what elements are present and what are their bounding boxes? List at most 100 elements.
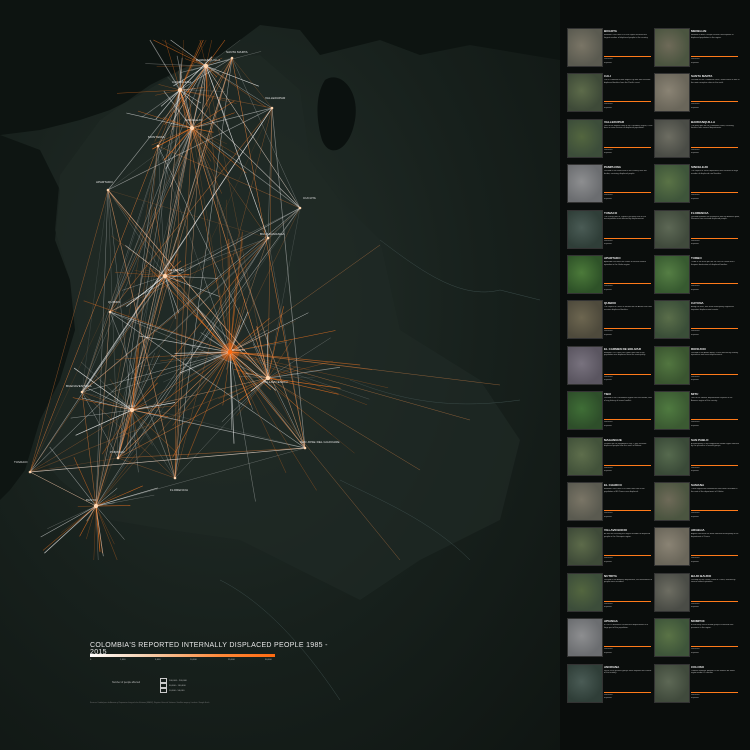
card-divider [604, 146, 651, 148]
city-card-description: Apartado has been the centre of several … [604, 261, 646, 266]
city-card[interactable]: QUIBDO The capital of Choco is located on… [567, 300, 653, 341]
flow-line [93, 505, 97, 561]
city-label-barranquilla: BARRANQUILLA [196, 58, 221, 62]
card-divider [691, 373, 738, 375]
city-card[interactable]: NUTRITA Located in the Amazon department,… [567, 572, 653, 614]
city-card-stat-received: Received [604, 693, 613, 696]
city-card[interactable]: MAGANGUE Situated on the Magdalena river,… [567, 436, 653, 478]
satellite-thumbnail [567, 255, 603, 294]
city-card-stat-received: Received [691, 103, 700, 106]
map-area[interactable]: BARRANQUILLA SANTA MARTA CARTAGENA VALLE… [0, 0, 560, 750]
city-card[interactable]: ANORANA Since 2000 guerrilla groups have … [567, 663, 653, 705]
city-card-stat-expelled: Expelled [691, 379, 699, 382]
city-card-stat-received: Received [604, 148, 613, 151]
city-card[interactable]: EL CARMEN DE BOLIVAR Between 1997 and 200… [567, 345, 653, 387]
city-card-description: As well as receiving the largest number … [604, 533, 651, 538]
legend-swatch [160, 688, 167, 693]
city-card[interactable]: RIOSUCIO Located in the Atrato basin, it … [654, 345, 740, 387]
city-card-description: Argelia has been the most affected munic… [691, 533, 739, 538]
city-card[interactable]: SAN PABLO A municipality in the Magdalena… [654, 436, 740, 478]
city-card-stat-expelled: Expelled [691, 333, 699, 336]
city-card-title: MITU [691, 392, 699, 397]
city-node [266, 236, 270, 240]
city-card-stat-received: Received [691, 557, 700, 560]
city-card[interactable]: FLORENCIA Located between the mountains a… [654, 209, 740, 251]
city-card[interactable]: SAMANA These significant movements have b… [654, 482, 740, 523]
city-card[interactable]: PAMPLONA Located in the north-east of the… [567, 164, 653, 205]
city-card-stat-expelled: Expelled [604, 379, 612, 382]
city-card-title: SANTA MARTA [691, 74, 713, 79]
city-card[interactable]: CALI Cali is Colombia's third largest cit… [567, 73, 653, 114]
city-card-stat-received: Received [691, 58, 700, 60]
scale-labels: 0 1,000 5,000 10,000 25,000 50,000 [90, 659, 330, 664]
satellite-thumbnail [654, 209, 690, 249]
city-card[interactable]: VALLEDUPAR One of the largest cities of t… [567, 118, 653, 160]
city-card[interactable]: TIBU Located in the Catatumbo region near… [567, 391, 653, 432]
city-card[interactable]: MOMPOX In the early 2000s armed groups in… [654, 618, 740, 659]
satellite-thumbnail [654, 255, 690, 294]
city-card-stat-received: Received [604, 602, 613, 605]
city-card-stat-expelled: Expelled [691, 424, 699, 427]
city-card-stat-expelled: Expelled [691, 651, 699, 654]
city-card-title: BAJO BAUDO [691, 573, 712, 578]
city-card[interactable]: CAYUNA Along the river, this small munici… [654, 300, 740, 341]
city-card[interactable]: APIANGA In 2001 a massacre caused the dis… [567, 618, 653, 659]
card-divider [604, 691, 651, 693]
city-card-title: EL CHARCO [604, 483, 622, 487]
city-card-stat-received: Received [691, 285, 700, 287]
city-card-stat-received: Received [604, 103, 613, 106]
city-card[interactable]: MEDELLIN Medellin is both a major receive… [654, 28, 740, 69]
city-card[interactable]: SANTA MARTA Located on the Caribbean coas… [654, 73, 740, 114]
city-card-description: The main port on the Caribbean coast, re… [691, 124, 734, 130]
satellite-thumbnail [654, 28, 690, 67]
scale-tick: 5,000 [155, 659, 161, 661]
city-card-stat-received: Received [691, 194, 700, 197]
city-card-title: NUTRITA [604, 573, 617, 578]
city-card-stat-received: Received [604, 285, 613, 287]
city-node [106, 188, 110, 192]
city-card[interactable]: COLOSO Colosos strategic position in the … [654, 663, 740, 705]
flow-line [86, 505, 97, 540]
city-card-title: BARRANQUILLA [691, 119, 716, 124]
city-card-description: The Pacific port of Tumaco has been one … [604, 215, 647, 221]
satellite-thumbnail [567, 73, 603, 113]
city-card[interactable]: SINCELEJO The capital of Sucre department… [654, 164, 740, 205]
city-card[interactable]: VILLAVICENCIO As well as receiving the la… [567, 527, 653, 568]
city-card-stat-received: Received [604, 648, 613, 651]
city-card[interactable]: TURBO Turbo is the main port on the Gulf … [654, 255, 740, 296]
scale-tick: 0 [90, 659, 92, 661]
city-card[interactable]: APARTADO Apartado has been the centre of … [567, 255, 653, 296]
city-card-stat-received: Received [691, 239, 700, 242]
satellite-thumbnail [654, 436, 690, 476]
city-card[interactable]: BAJO BAUDO Located on the Pacific coast o… [654, 572, 740, 614]
city-card[interactable]: BARRANQUILLA The main port on the Caribbe… [654, 118, 740, 160]
city-card[interactable]: BOGOTA Between 1985 and 2015 the capital … [567, 28, 653, 69]
card-divider [691, 146, 738, 148]
satellite-thumbnail [654, 663, 690, 703]
city-card-stat-expelled: Expelled [691, 197, 699, 200]
map-canvas[interactable] [0, 0, 560, 750]
city-node [303, 446, 307, 450]
city-card[interactable]: EL CHARCO Between 2005 and 2015 more than… [567, 482, 653, 523]
city-card-title: APIANGA [604, 619, 618, 624]
city-card-stat-received: Received [604, 194, 613, 197]
city-card-stat-expelled: Expelled [604, 606, 612, 609]
city-card-stat-expelled: Expelled [604, 651, 612, 654]
city-card-stat-received: Received [691, 375, 700, 378]
city-card-stat-received: Received [691, 602, 700, 605]
card-divider [691, 283, 738, 284]
city-node [93, 503, 99, 509]
city-card[interactable]: MITU One of the smaller departmental capi… [654, 391, 740, 432]
satellite-thumbnail [654, 618, 690, 658]
card-divider [604, 101, 651, 103]
city-card-stat-expelled: Expelled [604, 697, 612, 700]
city-card-description: In the early 2000s armed groups increase… [691, 624, 734, 629]
city-card-stat-received: Received [691, 693, 700, 696]
city-card-stat-expelled: Expelled [691, 697, 699, 700]
satellite-thumbnail [654, 482, 690, 521]
city-card-stat-expelled: Expelled [604, 106, 612, 109]
city-card[interactable]: ARGELIA Argelia has been the most affecte… [654, 527, 740, 568]
city-card-title: APARTADO [604, 256, 621, 260]
city-card[interactable]: TUMACO The Pacific port of Tumaco has bee… [567, 209, 653, 251]
city-card-stat-received: Received [691, 466, 700, 469]
